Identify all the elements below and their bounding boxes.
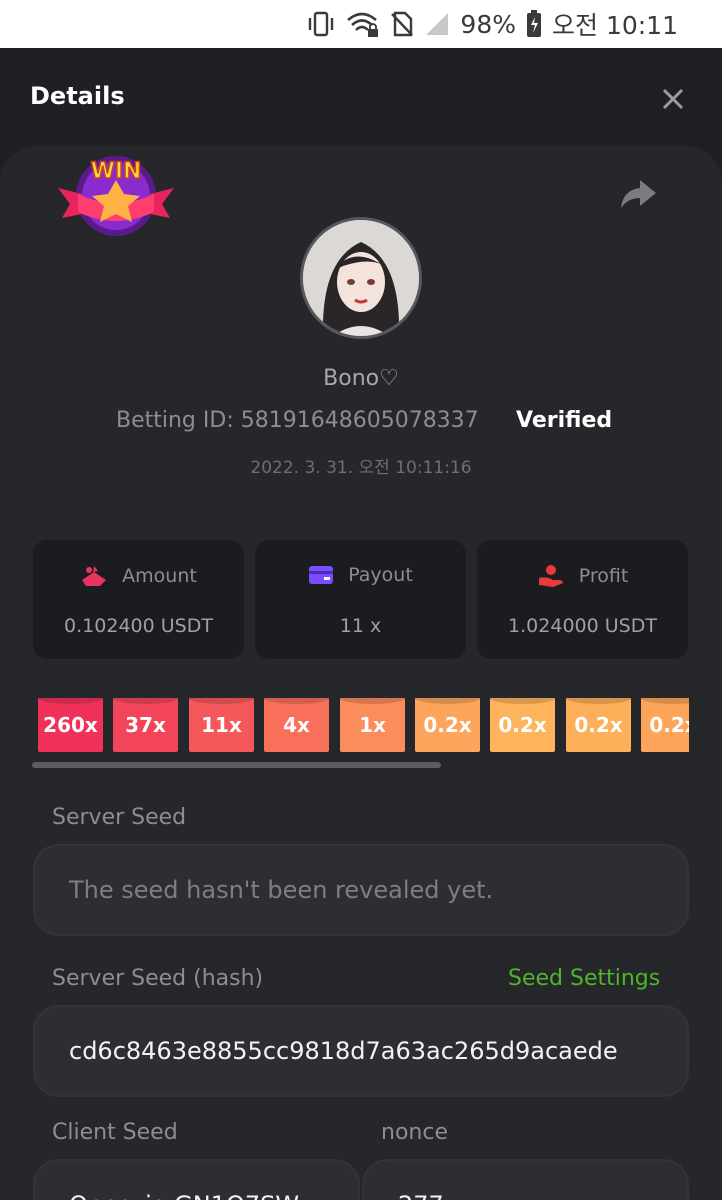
multiplier-cell: 37x [113, 698, 178, 752]
multiplier-strip[interactable]: 260x 37x 11x 4x 1x 0.2x 0.2x 0.2x 0.2x [38, 698, 689, 754]
multiplier-cell: 1x [340, 698, 405, 752]
bet-timestamp: 2022. 3. 31. 오전 10:11:16 [250, 458, 472, 478]
server-seed-field[interactable]: The seed hasn't been revealed yet. [33, 844, 689, 936]
wifi-lock-icon [347, 12, 379, 37]
no-sim-icon [391, 11, 414, 37]
multiplier-cell: 0.2x [490, 698, 555, 752]
share-icon[interactable] [618, 176, 658, 212]
server-seed-hash-value: cd6c8463e8855cc9818d7a63ac265d9acaede [69, 1037, 618, 1065]
stat-value: 0.102400 USDT [64, 615, 213, 637]
signal-icon [426, 13, 449, 35]
server-seed-hash-label: Server Seed (hash) [52, 966, 264, 991]
multiplier-cell: 4x [264, 698, 329, 752]
multiplier-cell: 260x [38, 698, 103, 752]
client-seed-value: Qpeozia GN1Q7SW [69, 1191, 299, 1200]
server-seed-value: The seed hasn't been revealed yet. [69, 876, 494, 904]
server-seed-label: Server Seed [52, 805, 187, 830]
vibrate-icon [309, 11, 334, 37]
multiplier-scrollbar[interactable] [32, 762, 441, 768]
coins-hand-icon [82, 566, 107, 586]
betting-id: Betting ID: 5819164860507833​7 [116, 408, 479, 433]
multiplier-cell: 0.2x [415, 698, 480, 752]
stat-card-profit: Profit 1.024000 USDT [477, 540, 688, 659]
win-badge-icon: WIN [58, 156, 174, 236]
stat-label: Profit [578, 565, 629, 587]
avatar-image [303, 220, 419, 336]
stat-label: Amount [122, 565, 197, 587]
win-badge-text: WIN [91, 159, 142, 184]
seed-settings-link[interactable]: Seed Settings [508, 966, 660, 991]
clock: 오전 10:11 [552, 11, 678, 40]
nonce-value: 277 [398, 1191, 444, 1200]
client-seed-label: Client Seed [52, 1120, 178, 1145]
server-seed-hash-field[interactable]: cd6c8463e8855cc9818d7a63ac265d9acaede [33, 1005, 689, 1097]
card-icon [309, 566, 334, 584]
status-bar: 98% 오전 10:11 [0, 0, 722, 48]
details-header: Details [0, 48, 722, 148]
multiplier-cell: 0.2x [641, 698, 689, 752]
stat-label: Payout [348, 564, 413, 586]
stat-card-amount: Amount 0.102400 USDT [33, 540, 244, 659]
profit-hand-icon [538, 565, 563, 587]
multiplier-cell: 0.2x [566, 698, 631, 752]
close-icon [662, 88, 684, 110]
battery-icon [527, 10, 541, 37]
stat-card-payout: Payout 11 x [255, 540, 466, 659]
page-title: Details [30, 82, 125, 110]
verified-link[interactable]: Verified [516, 408, 612, 433]
avatar [300, 217, 422, 339]
client-seed-field[interactable]: Qpeozia GN1Q7SW [33, 1159, 360, 1200]
battery-percent: 98% [460, 9, 516, 39]
multiplier-cell: 11x [189, 698, 254, 752]
username: Bono♡ [323, 366, 399, 391]
close-button[interactable] [656, 82, 690, 116]
nonce-label: nonce [381, 1120, 448, 1145]
stat-value: 1.024000 USDT [508, 615, 657, 637]
stat-value: 11 x [339, 615, 382, 637]
nonce-field[interactable]: 277 [362, 1159, 689, 1200]
